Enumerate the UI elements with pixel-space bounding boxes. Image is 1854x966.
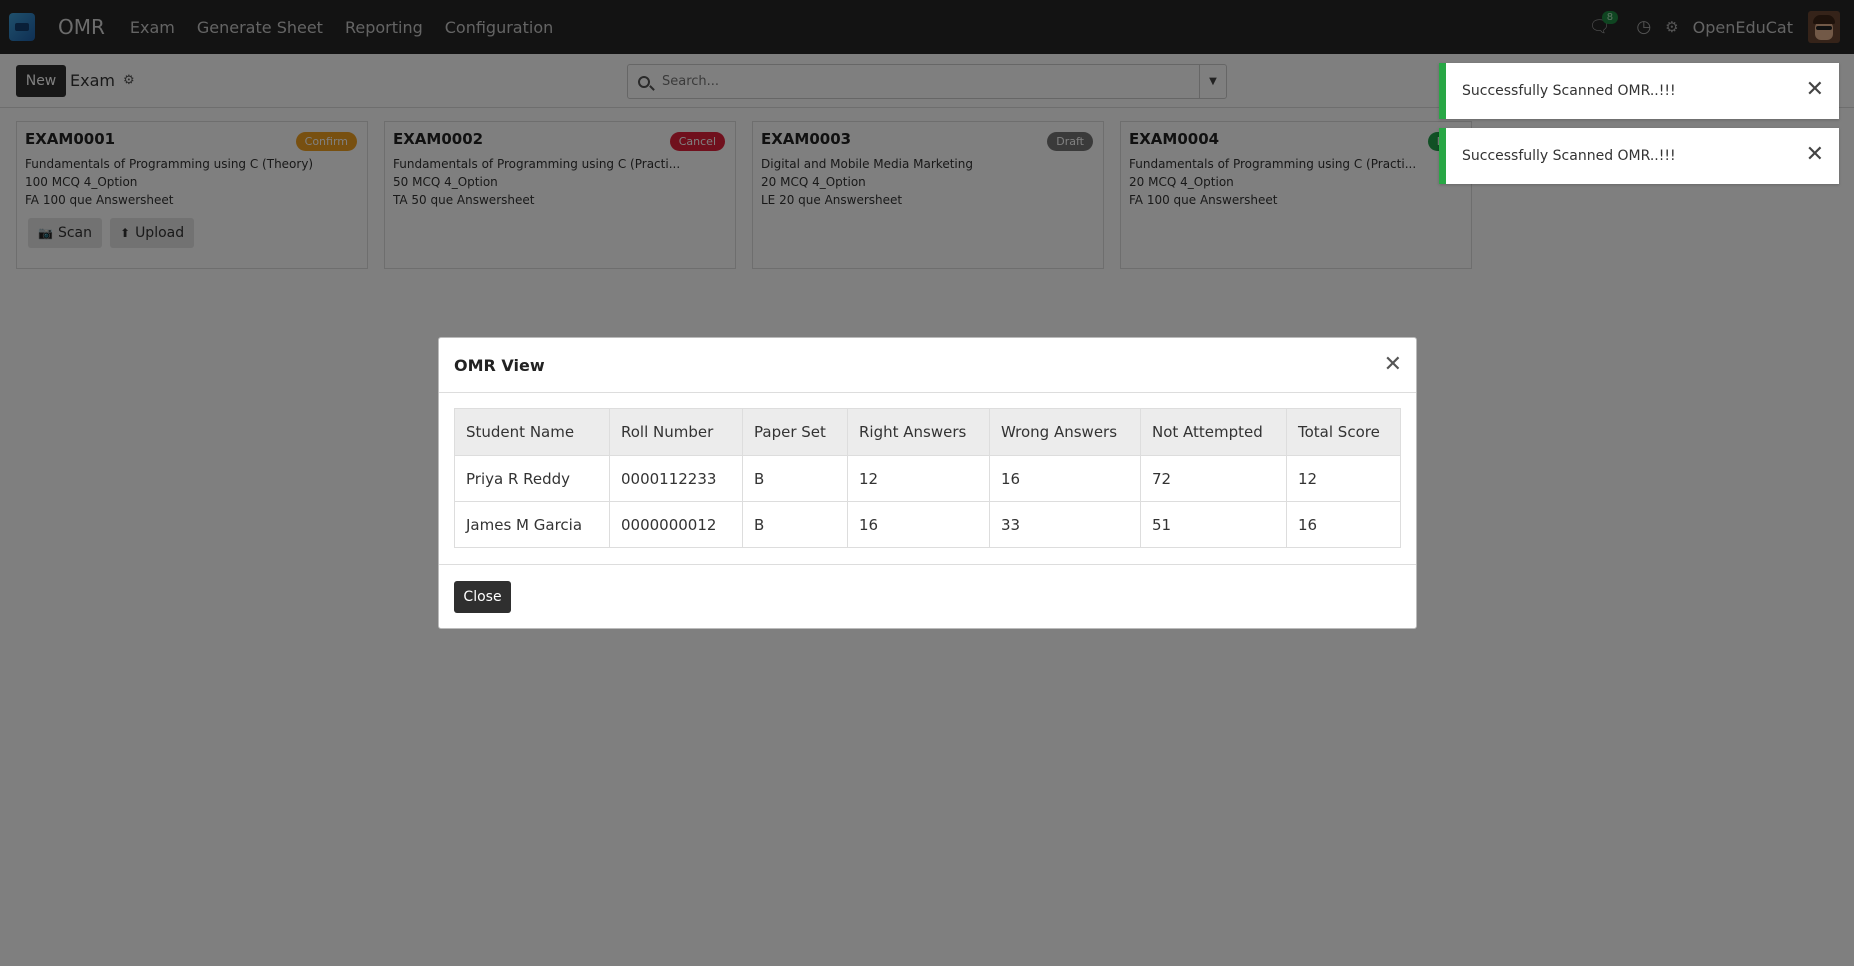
column-header: Right Answers xyxy=(847,408,990,456)
student-name-cell: James M Garcia xyxy=(454,501,610,548)
notification-text: Successfully Scanned OMR..!!! xyxy=(1462,148,1676,164)
column-header: Not Attempted xyxy=(1140,408,1287,456)
wrong-answers-cell: 33 xyxy=(989,501,1141,548)
table-row: Priya R Reddy 0000112233 B 12 16 72 12 xyxy=(454,455,1401,502)
table-header-row: Student Name Roll Number Paper Set Right… xyxy=(454,408,1401,456)
column-header: Wrong Answers xyxy=(989,408,1141,456)
paper-set-cell: B xyxy=(742,501,848,548)
modal-body: Student Name Roll Number Paper Set Right… xyxy=(439,393,1416,565)
notification: Successfully Scanned OMR..!!! ✕ xyxy=(1439,63,1839,119)
modal-footer: Close xyxy=(439,565,1416,629)
results-table: Student Name Roll Number Paper Set Right… xyxy=(454,408,1401,548)
right-answers-cell: 12 xyxy=(847,455,990,502)
close-button[interactable]: Close xyxy=(454,581,511,613)
total-score-cell: 12 xyxy=(1286,455,1401,502)
right-answers-cell: 16 xyxy=(847,501,990,548)
modal-header: OMR View ✕ xyxy=(439,338,1416,393)
close-icon[interactable]: ✕ xyxy=(1806,79,1824,101)
roll-number-cell: 0000112233 xyxy=(609,455,743,502)
paper-set-cell: B xyxy=(742,455,848,502)
roll-number-cell: 0000000012 xyxy=(609,501,743,548)
table-row: James M Garcia 0000000012 B 16 33 51 16 xyxy=(454,501,1401,548)
total-score-cell: 16 xyxy=(1286,501,1401,548)
wrong-answers-cell: 16 xyxy=(989,455,1141,502)
modal-title: OMR View xyxy=(454,355,545,375)
column-header: Roll Number xyxy=(609,408,743,456)
close-icon[interactable]: ✕ xyxy=(1806,144,1824,166)
column-header: Total Score xyxy=(1286,408,1401,456)
student-name-cell: Priya R Reddy xyxy=(454,455,610,502)
column-header: Student Name xyxy=(454,408,610,456)
not-attempted-cell: 51 xyxy=(1140,501,1287,548)
column-header: Paper Set xyxy=(742,408,848,456)
notification: Successfully Scanned OMR..!!! ✕ xyxy=(1439,128,1839,184)
notification-text: Successfully Scanned OMR..!!! xyxy=(1462,83,1676,99)
not-attempted-cell: 72 xyxy=(1140,455,1287,502)
omr-view-dialog: OMR View ✕ Student Name Roll Number Pape… xyxy=(438,337,1417,629)
close-icon[interactable]: ✕ xyxy=(1384,354,1402,376)
